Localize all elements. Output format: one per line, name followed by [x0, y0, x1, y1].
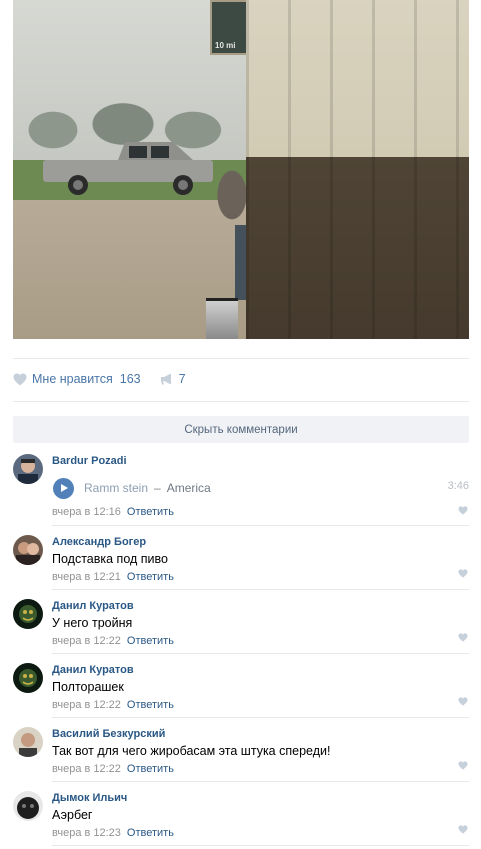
heart-icon[interactable]	[458, 569, 468, 578]
comment-author[interactable]: Дымок Ильич	[52, 791, 469, 805]
heart-icon[interactable]	[458, 633, 468, 642]
comment-author[interactable]: Bardur Pozadi	[52, 454, 469, 468]
comment-meta: вчера в 12:22 Ответить	[52, 698, 469, 712]
comment-text: Подставка под пиво	[52, 552, 168, 566]
comment-time[interactable]: вчера в 12:22	[52, 762, 121, 776]
heart-icon[interactable]	[458, 506, 468, 515]
reply-link[interactable]: Ответить	[127, 505, 174, 519]
photo-wall-ribs	[246, 0, 469, 339]
photo-pickup-truck	[43, 142, 213, 195]
hide-comments-button[interactable]: Скрыть комментарии	[13, 416, 469, 443]
avatar[interactable]	[13, 599, 43, 629]
avatar[interactable]	[13, 535, 43, 565]
comment-text: У него тройня	[52, 616, 133, 630]
heart-icon[interactable]	[458, 697, 468, 706]
comment-time[interactable]: вчера в 12:21	[52, 570, 121, 584]
comment-divider	[52, 589, 469, 590]
avatar[interactable]	[13, 663, 43, 693]
comment-text: Аэрбег	[52, 808, 93, 822]
comment-text: Полторашек	[52, 680, 124, 694]
comment-meta: вчера в 12:21 Ответить	[52, 570, 469, 584]
post-actions: Мне нравится 163 7	[13, 365, 186, 393]
comment-meta: вчера в 12:16 Ответить	[52, 505, 469, 519]
reply-link[interactable]: Ответить	[127, 826, 174, 840]
post-photo[interactable]: 10 mi	[13, 0, 469, 339]
heart-icon[interactable]	[458, 761, 468, 770]
share-button[interactable]: 7	[160, 372, 186, 386]
billboard-text: 10 mi	[215, 41, 236, 50]
heart-icon[interactable]	[458, 825, 468, 834]
like-label: Мне нравится	[32, 372, 113, 386]
comment-meta: вчера в 12:22 Ответить	[52, 634, 469, 648]
divider	[13, 358, 469, 359]
comment-time[interactable]: вчера в 12:22	[52, 698, 121, 712]
comment-meta: вчера в 12:23 Ответить	[52, 826, 469, 840]
audio-separator: –	[154, 481, 161, 495]
comment-time[interactable]: вчера в 12:23	[52, 826, 121, 840]
photo-trash-can	[206, 298, 238, 339]
comment-divider	[52, 653, 469, 654]
heart-icon	[13, 373, 27, 385]
avatar[interactable]	[13, 727, 43, 757]
audio-title: America	[166, 481, 211, 495]
comment-time[interactable]: вчера в 12:22	[52, 634, 121, 648]
reply-link[interactable]: Ответить	[127, 762, 174, 776]
comment-meta: вчера в 12:22 Ответить	[52, 762, 469, 776]
comment-divider	[52, 525, 469, 526]
comment-author[interactable]: Данил Куратов	[52, 663, 469, 677]
audio-artist[interactable]: Ramm stein	[84, 481, 148, 495]
like-button[interactable]: Мне нравится 163	[13, 372, 141, 386]
comment-author[interactable]: Василий Безкурский	[52, 727, 469, 741]
comment-author[interactable]: Данил Куратов	[52, 599, 469, 613]
share-count: 7	[178, 372, 186, 386]
reply-link[interactable]: Ответить	[127, 634, 174, 648]
comment-divider	[52, 717, 469, 718]
comment-time[interactable]: вчера в 12:16	[52, 505, 121, 519]
comment-divider	[52, 781, 469, 782]
play-button[interactable]	[53, 477, 74, 499]
reply-link[interactable]: Ответить	[127, 570, 174, 584]
comment-text: Так вот для чего жиробасам эта штука спе…	[52, 744, 331, 758]
reply-link[interactable]: Ответить	[127, 698, 174, 712]
like-count: 163	[119, 372, 141, 386]
comment-author[interactable]: Александр Богер	[52, 535, 469, 549]
photo-billboard: 10 mi	[210, 0, 248, 55]
avatar[interactable]	[13, 454, 43, 484]
photo-person	[210, 135, 248, 230]
comment-divider	[52, 845, 469, 846]
audio-attachment: Ramm stein – America 3:46	[52, 477, 469, 499]
divider	[13, 401, 469, 402]
megaphone-icon	[160, 373, 171, 385]
avatar[interactable]	[13, 791, 43, 821]
audio-duration: 3:46	[447, 480, 469, 492]
